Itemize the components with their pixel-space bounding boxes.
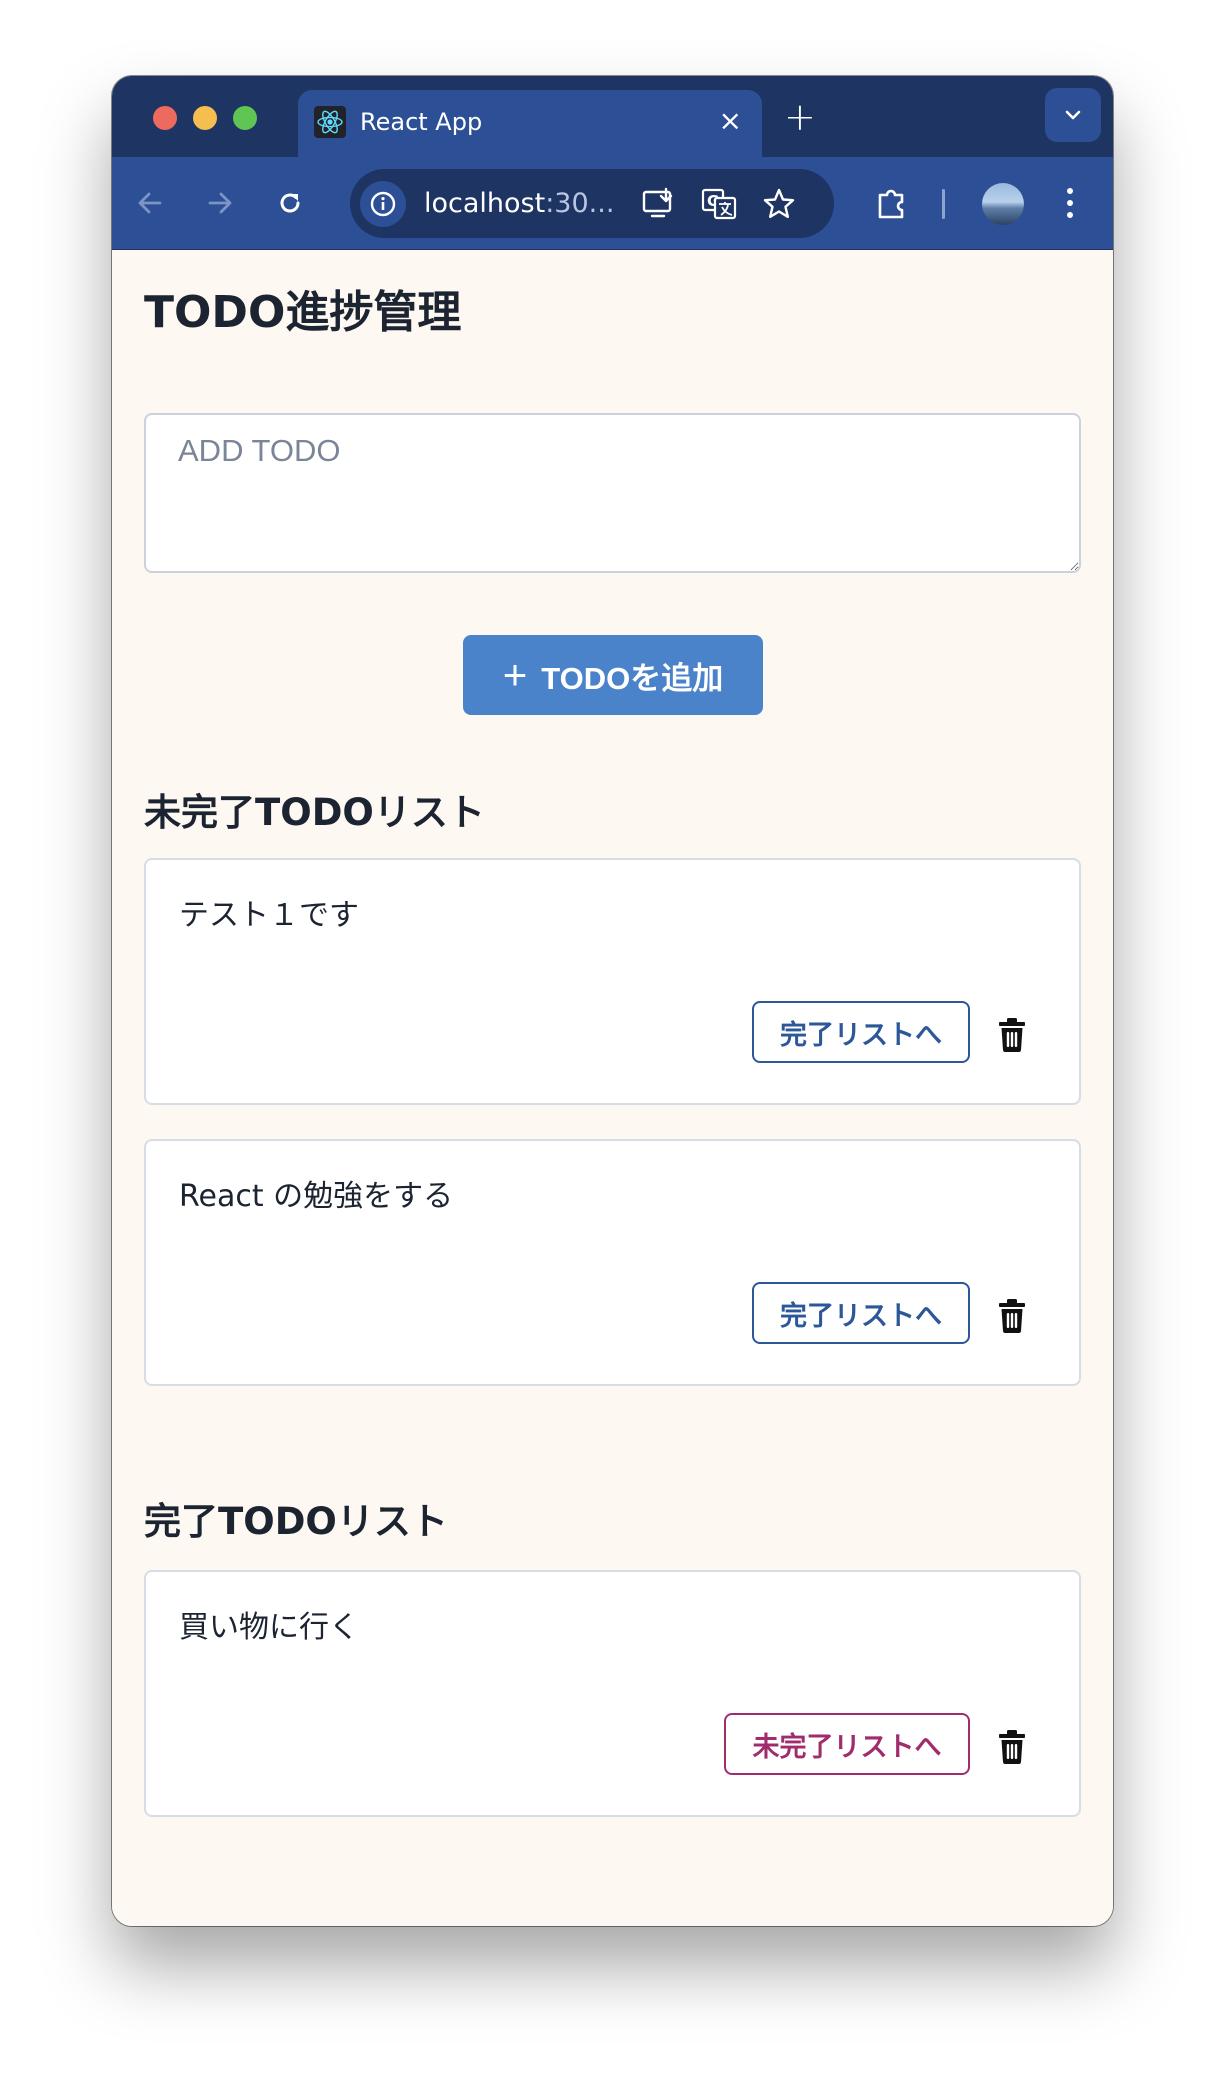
url-text: localhost:30... [424, 188, 615, 219]
move-to-incomplete-button[interactable]: 未完了リストへ [724, 1713, 970, 1775]
more-vertical-icon[interactable] [1062, 185, 1078, 221]
move-to-complete-button[interactable]: 完了リストへ [752, 1282, 970, 1344]
new-tab-button[interactable]: + [784, 98, 816, 136]
page-content: TODO進捗管理 + TODOを追加 未完了TODOリスト テスト１です 完了リ… [112, 250, 1113, 1926]
profile-avatar[interactable] [982, 183, 1024, 225]
tab-close-icon[interactable]: × [719, 104, 742, 138]
add-todo-label: TODOを追加 [541, 660, 724, 696]
translate-icon[interactable]: G [700, 185, 738, 223]
address-bar[interactable]: localhost:30... G [350, 169, 834, 238]
trash-icon[interactable] [998, 1299, 1026, 1333]
back-arrow-icon[interactable] [132, 185, 168, 221]
browser-tab[interactable]: React App × [298, 90, 762, 157]
complete-list-heading: 完了TODOリスト [144, 1500, 448, 1543]
todo-input[interactable] [144, 413, 1081, 573]
plus-icon: + [502, 651, 528, 698]
tab-search-button[interactable] [1045, 88, 1101, 142]
trash-icon[interactable] [998, 1730, 1026, 1764]
add-todo-button[interactable]: + TODOを追加 [463, 635, 763, 715]
browser-toolbar: localhost:30... G [112, 157, 1113, 250]
site-info-button[interactable] [360, 181, 406, 227]
bookmark-star-icon[interactable] [760, 185, 798, 223]
title-bar: React App × + [112, 76, 1113, 157]
minimize-window-button[interactable] [193, 106, 217, 130]
forward-arrow-icon[interactable] [202, 185, 238, 221]
todo-text: 買い物に行く [179, 1610, 359, 1645]
react-logo-icon [314, 106, 346, 138]
close-window-button[interactable] [153, 106, 177, 130]
reload-icon[interactable] [272, 185, 308, 221]
complete-todo-card: 買い物に行く 未完了リストへ [144, 1570, 1081, 1817]
tab-title: React App [360, 108, 483, 136]
todo-text: React の勉強をする [179, 1179, 454, 1214]
trash-icon[interactable] [998, 1018, 1026, 1052]
incomplete-list-heading: 未完了TODOリスト [144, 791, 485, 834]
toolbar-divider [942, 189, 945, 219]
move-to-complete-button[interactable]: 完了リストへ [752, 1001, 970, 1063]
fullscreen-window-button[interactable] [233, 106, 257, 130]
todo-text: テスト１です [179, 898, 359, 933]
extensions-puzzle-icon[interactable] [872, 183, 912, 223]
page-title: TODO進捗管理 [144, 287, 462, 338]
install-app-icon[interactable] [640, 185, 678, 223]
incomplete-todo-card: テスト１です 完了リストへ [144, 858, 1081, 1105]
info-icon [370, 191, 396, 217]
chevron-down-icon [1065, 110, 1081, 120]
browser-window: React App × + localhost:30... G TODO進捗管理… [112, 76, 1113, 1926]
incomplete-todo-card: React の勉強をする 完了リストへ [144, 1139, 1081, 1386]
